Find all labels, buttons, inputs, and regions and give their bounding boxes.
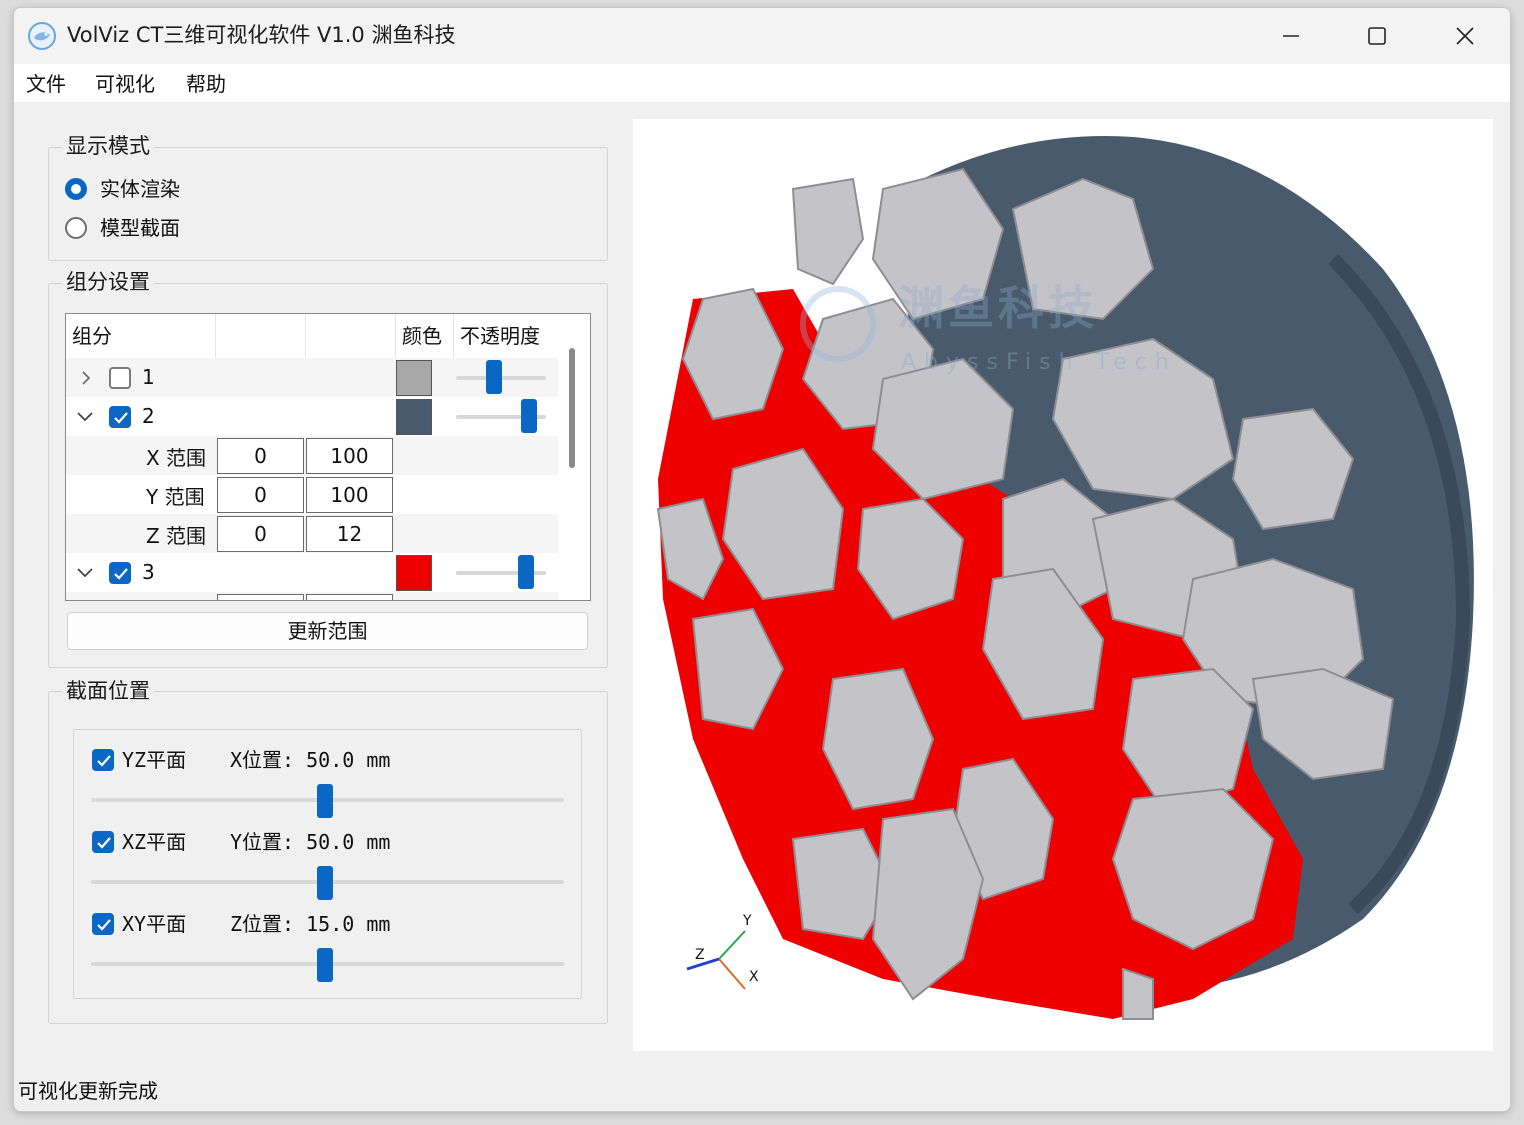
watermark-text: 渊鱼科技 xyxy=(898,281,1098,335)
clipped-range-max-input[interactable] xyxy=(306,594,393,600)
xy-plane-checkbox[interactable] xyxy=(92,913,114,935)
window-title: VolViz CT三维可视化软件 V1.0 渊鱼科技 xyxy=(67,23,456,47)
header-color: 颜色 xyxy=(396,314,454,358)
header-blank-1 xyxy=(216,314,306,358)
yz-plane-checkbox[interactable] xyxy=(92,749,114,771)
particle xyxy=(1122,967,1154,1020)
watermark-subtext: AbyssFish Tech xyxy=(901,350,1177,375)
menu-visualize[interactable]: 可视化 xyxy=(95,71,155,97)
y-range-label: Y 范围 xyxy=(146,485,205,509)
component-2-opacity-thumb[interactable] xyxy=(521,399,537,433)
range-row-y: Y 范围 0 100 xyxy=(66,475,558,514)
component-1-checkbox[interactable] xyxy=(109,367,131,389)
component-2-checkbox[interactable] xyxy=(109,406,131,428)
radio-solid-render-label: 实体渲染 xyxy=(100,177,180,201)
xy-plane-label: XY平面 xyxy=(122,912,187,936)
volume-render-canvas[interactable]: 渊鱼科技 AbyssFish Tech Y X Z xyxy=(633,119,1493,1051)
minimize-icon xyxy=(1283,35,1299,37)
tree-header: 组分 颜色 不透明度 xyxy=(66,314,558,358)
x-position-thumb[interactable] xyxy=(317,784,333,818)
close-icon xyxy=(1456,27,1474,45)
component-3-checkbox[interactable] xyxy=(109,562,131,584)
x-range-min-input[interactable]: 0 xyxy=(217,438,304,474)
y-position-readout: Y位置: 50.0 mm xyxy=(230,830,391,854)
component-3-color-swatch[interactable] xyxy=(396,555,432,591)
maximize-button[interactable] xyxy=(1334,8,1420,64)
component-1-opacity-thumb[interactable] xyxy=(486,360,502,394)
x-range-max-input[interactable]: 100 xyxy=(306,438,393,474)
range-row-z: Z 范围 0 12 xyxy=(66,514,558,553)
axis-orientation-triad: Y X Z xyxy=(686,913,759,990)
z-position-readout: Z位置: 15.0 mm xyxy=(230,912,391,936)
tree-row-3[interactable]: 3 xyxy=(66,553,558,592)
menu-help[interactable]: 帮助 xyxy=(186,71,226,97)
z-position-thumb[interactable] xyxy=(317,948,333,982)
checkmark-icon xyxy=(114,568,128,580)
header-group: 组分 xyxy=(66,314,216,358)
checkmark-icon xyxy=(114,412,128,424)
z-range-max-input[interactable]: 12 xyxy=(306,516,393,552)
3d-viewport[interactable]: 渊鱼科技 AbyssFish Tech Y X Z xyxy=(633,119,1493,1051)
header-blank-2 xyxy=(306,314,396,358)
header-opacity: 不透明度 xyxy=(460,324,540,348)
close-button[interactable] xyxy=(1422,8,1508,64)
component-1-id: 1 xyxy=(142,365,155,389)
chevron-down-icon[interactable] xyxy=(76,566,94,578)
y-position-thumb[interactable] xyxy=(317,866,333,900)
main-window: VolViz CT三维可视化软件 V1.0 渊鱼科技 文件 可视化 帮助 显示模… xyxy=(13,7,1511,1112)
tree-scrollbar[interactable] xyxy=(569,348,575,468)
clipped-range-min-input[interactable] xyxy=(217,594,304,600)
section-position-title: 截面位置 xyxy=(62,678,154,704)
app-logo-icon xyxy=(28,22,56,50)
x-range-label: X 范围 xyxy=(146,446,207,470)
chevron-right-icon[interactable] xyxy=(79,370,93,386)
radio-model-section-label: 模型截面 xyxy=(100,216,180,240)
component-tree: 组分 颜色 不透明度 1 2 X 范围 0 100 Y 范围 0 100 Z 范… xyxy=(65,313,591,601)
x-position-readout: X位置: 50.0 mm xyxy=(230,748,391,772)
z-range-label: Z 范围 xyxy=(146,524,207,548)
tree-row-1[interactable]: 1 xyxy=(66,358,558,397)
axis-label-x: X xyxy=(749,969,759,985)
z-range-min-input[interactable]: 0 xyxy=(217,516,304,552)
axis-label-z: Z xyxy=(695,947,705,963)
radio-model-section[interactable] xyxy=(65,217,87,239)
y-range-min-input[interactable]: 0 xyxy=(217,477,304,513)
display-mode-group xyxy=(48,147,608,261)
tree-row-2[interactable]: 2 xyxy=(66,397,558,436)
checkmark-icon xyxy=(97,837,111,849)
range-row-x: X 范围 0 100 xyxy=(66,436,558,475)
yz-plane-label: YZ平面 xyxy=(122,748,187,772)
checkmark-icon xyxy=(97,919,111,931)
checkmark-icon xyxy=(97,755,111,767)
chevron-down-icon[interactable] xyxy=(76,410,94,422)
update-range-button[interactable]: 更新范围 xyxy=(67,612,588,650)
display-mode-title: 显示模式 xyxy=(62,133,154,159)
radio-solid-render[interactable] xyxy=(65,178,87,200)
y-range-max-input[interactable]: 100 xyxy=(306,477,393,513)
maximize-icon xyxy=(1368,27,1386,45)
particle xyxy=(791,177,865,286)
component-3-opacity-thumb[interactable] xyxy=(518,555,534,589)
minimize-button[interactable] xyxy=(1248,8,1334,64)
component-2-id: 2 xyxy=(142,404,155,428)
component-settings-title: 组分设置 xyxy=(62,269,154,295)
menu-bar: 文件 可视化 帮助 xyxy=(14,64,1510,102)
status-text: 可视化更新完成 xyxy=(18,1079,158,1103)
axis-label-y: Y xyxy=(742,913,752,929)
component-2-color-swatch[interactable] xyxy=(396,399,432,435)
component-3-id: 3 xyxy=(142,560,155,584)
range-row-clipped xyxy=(66,592,558,600)
xz-plane-checkbox[interactable] xyxy=(92,831,114,853)
component-1-color-swatch[interactable] xyxy=(396,360,432,396)
status-bar: 可视化更新完成 xyxy=(14,1072,1510,1111)
menu-file[interactable]: 文件 xyxy=(26,71,66,97)
title-bar: VolViz CT三维可视化软件 V1.0 渊鱼科技 xyxy=(14,8,1510,64)
xz-plane-label: XZ平面 xyxy=(122,830,187,854)
